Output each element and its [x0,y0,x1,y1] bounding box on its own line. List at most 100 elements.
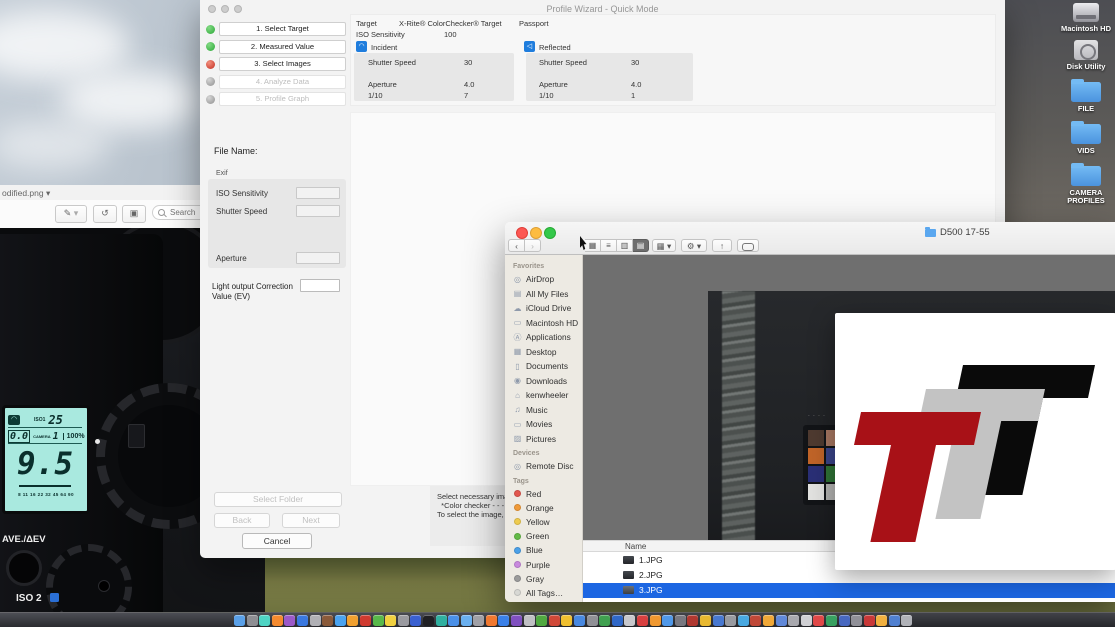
view-mode-button[interactable]: ▥ [617,239,633,252]
rotate-button[interactable]: ↺ [93,205,117,223]
tags-button[interactable] [737,239,759,252]
wizard-step[interactable]: 1. Select Target [206,22,346,36]
dock-app-icon[interactable] [624,615,635,626]
dock-app-icon[interactable] [524,615,535,626]
file-row[interactable]: 3.JPG [583,583,1115,598]
sidebar-item[interactable]: ▯ Documents [505,359,582,374]
cancel-button[interactable]: Cancel [242,533,312,549]
sidebar-item[interactable]: Ⓐ Applications [505,330,582,345]
dock-app-icon[interactable] [864,615,875,626]
dock-app-icon[interactable] [662,615,673,626]
dock-app-icon[interactable] [297,615,308,626]
sidebar-item[interactable]: ☁ iCloud Drive [505,301,582,316]
dock-app-icon[interactable] [322,615,333,626]
dock-app-icon[interactable] [851,615,862,626]
dock-app-icon[interactable] [687,615,698,626]
view-mode-button[interactable]: ▦ [585,239,601,252]
dock-app-icon[interactable] [675,615,686,626]
wizard-step[interactable]: 4. Analyze Data [206,75,346,89]
dock-app-icon[interactable] [410,615,421,626]
view-mode-button[interactable]: ▤ [633,239,649,252]
back-nav-button[interactable]: ‹ [508,239,525,252]
sidebar-item[interactable]: ◉ Downloads [505,374,582,389]
markup-pencil-button[interactable]: ✎ ▾ [55,205,87,223]
iso-sensitivity-field[interactable] [296,187,340,199]
wizard-step[interactable]: 3. Select Images [206,57,346,71]
sidebar-item[interactable]: ▤ All My Files [505,287,582,302]
dock-app-icon[interactable] [750,615,761,626]
aperture-field[interactable] [296,252,340,264]
tag-item[interactable]: Gray [505,572,582,586]
sidebar-item[interactable]: ⌂ kenwheeler [505,388,582,403]
dock-app-icon[interactable] [473,615,484,626]
shutter-speed-field[interactable] [296,205,340,217]
dock-app-icon[interactable] [511,615,522,626]
dock-app-icon[interactable] [272,615,283,626]
sidebar-item[interactable]: ◎ Remote Disc [505,459,582,474]
dock-app-icon[interactable] [637,615,648,626]
forward-nav-button[interactable]: › [524,239,541,252]
dock-app-icon[interactable] [574,615,585,626]
dock-app-icon[interactable] [599,615,610,626]
dock-app-icon[interactable] [788,615,799,626]
dock-app-icon[interactable] [587,615,598,626]
dock-app-icon[interactable] [612,615,623,626]
sidebar-item[interactable]: ♫ Music [505,403,582,418]
dock-app-icon[interactable] [776,615,787,626]
dock-app-icon[interactable] [839,615,850,626]
dock-app-icon[interactable] [423,615,434,626]
desktop-icon[interactable]: FILE [1058,78,1114,113]
tag-item[interactable]: Green [505,529,582,543]
finder-minimize-button[interactable] [530,227,542,239]
dock-app-icon[interactable] [486,615,497,626]
finder-close-button[interactable] [516,227,528,239]
sidebar-item[interactable]: ◎ AirDrop [505,272,582,287]
dock-app-icon[interactable] [461,615,472,626]
dock-app-icon[interactable] [549,615,560,626]
back-button[interactable]: Back [214,513,270,528]
desktop-icon[interactable]: CAMERA PROFILES [1058,162,1114,205]
dock-app-icon[interactable] [347,615,358,626]
dock-app-icon[interactable] [650,615,661,626]
sidebar-item[interactable]: ▨ Pictures [505,432,582,447]
dock-app-icon[interactable] [801,615,812,626]
share-button[interactable]: ↑ [712,239,732,252]
arrange-button[interactable]: ▦ ▾ [652,239,676,252]
dock-app-icon[interactable] [561,615,572,626]
sidebar-item[interactable]: ▭ Macintosh HD [505,316,582,331]
dock-app-icon[interactable] [360,615,371,626]
select-folder-button[interactable]: Select Folder [214,492,342,507]
dock-app-icon[interactable] [498,615,509,626]
dock-app-icon[interactable] [713,615,724,626]
dock-app-icon[interactable] [247,615,258,626]
dock-app-icon[interactable] [826,615,837,626]
dock-app-icon[interactable] [536,615,547,626]
dock-app-icon[interactable] [738,615,749,626]
sidebar-item[interactable]: ▭ Movies [505,417,582,432]
dock-app-icon[interactable] [436,615,447,626]
dock-app-icon[interactable] [259,615,270,626]
desktop-icon[interactable]: Disk Utility [1058,40,1114,71]
dock-app-icon[interactable] [284,615,295,626]
dock-app-icon[interactable] [725,615,736,626]
action-gear-button[interactable]: ⚙ ▾ [681,239,707,252]
desktop-icon[interactable]: Macintosh HD [1058,3,1114,33]
wizard-step[interactable]: 5. Profile Graph [206,92,346,106]
tag-item[interactable]: Blue [505,543,582,557]
dock-app-icon[interactable] [889,615,900,626]
dock-app-icon[interactable] [398,615,409,626]
dock-app-icon[interactable] [813,615,824,626]
finder-zoom-button[interactable] [544,227,556,239]
next-button[interactable]: Next [282,513,340,528]
dock-app-icon[interactable] [385,615,396,626]
sidebar-item[interactable]: ▦ Desktop [505,345,582,360]
dock-app-icon[interactable] [373,615,384,626]
dock-app-icon[interactable] [763,615,774,626]
toolbox-button[interactable]: ▣ [122,205,146,223]
dock-app-icon[interactable] [335,615,346,626]
dock-app-icon[interactable] [901,615,912,626]
tag-item[interactable]: Purple [505,557,582,571]
tag-item[interactable]: All Tags… [505,586,582,600]
view-mode-button[interactable]: ≡ [601,239,617,252]
dock-app-icon[interactable] [234,615,245,626]
